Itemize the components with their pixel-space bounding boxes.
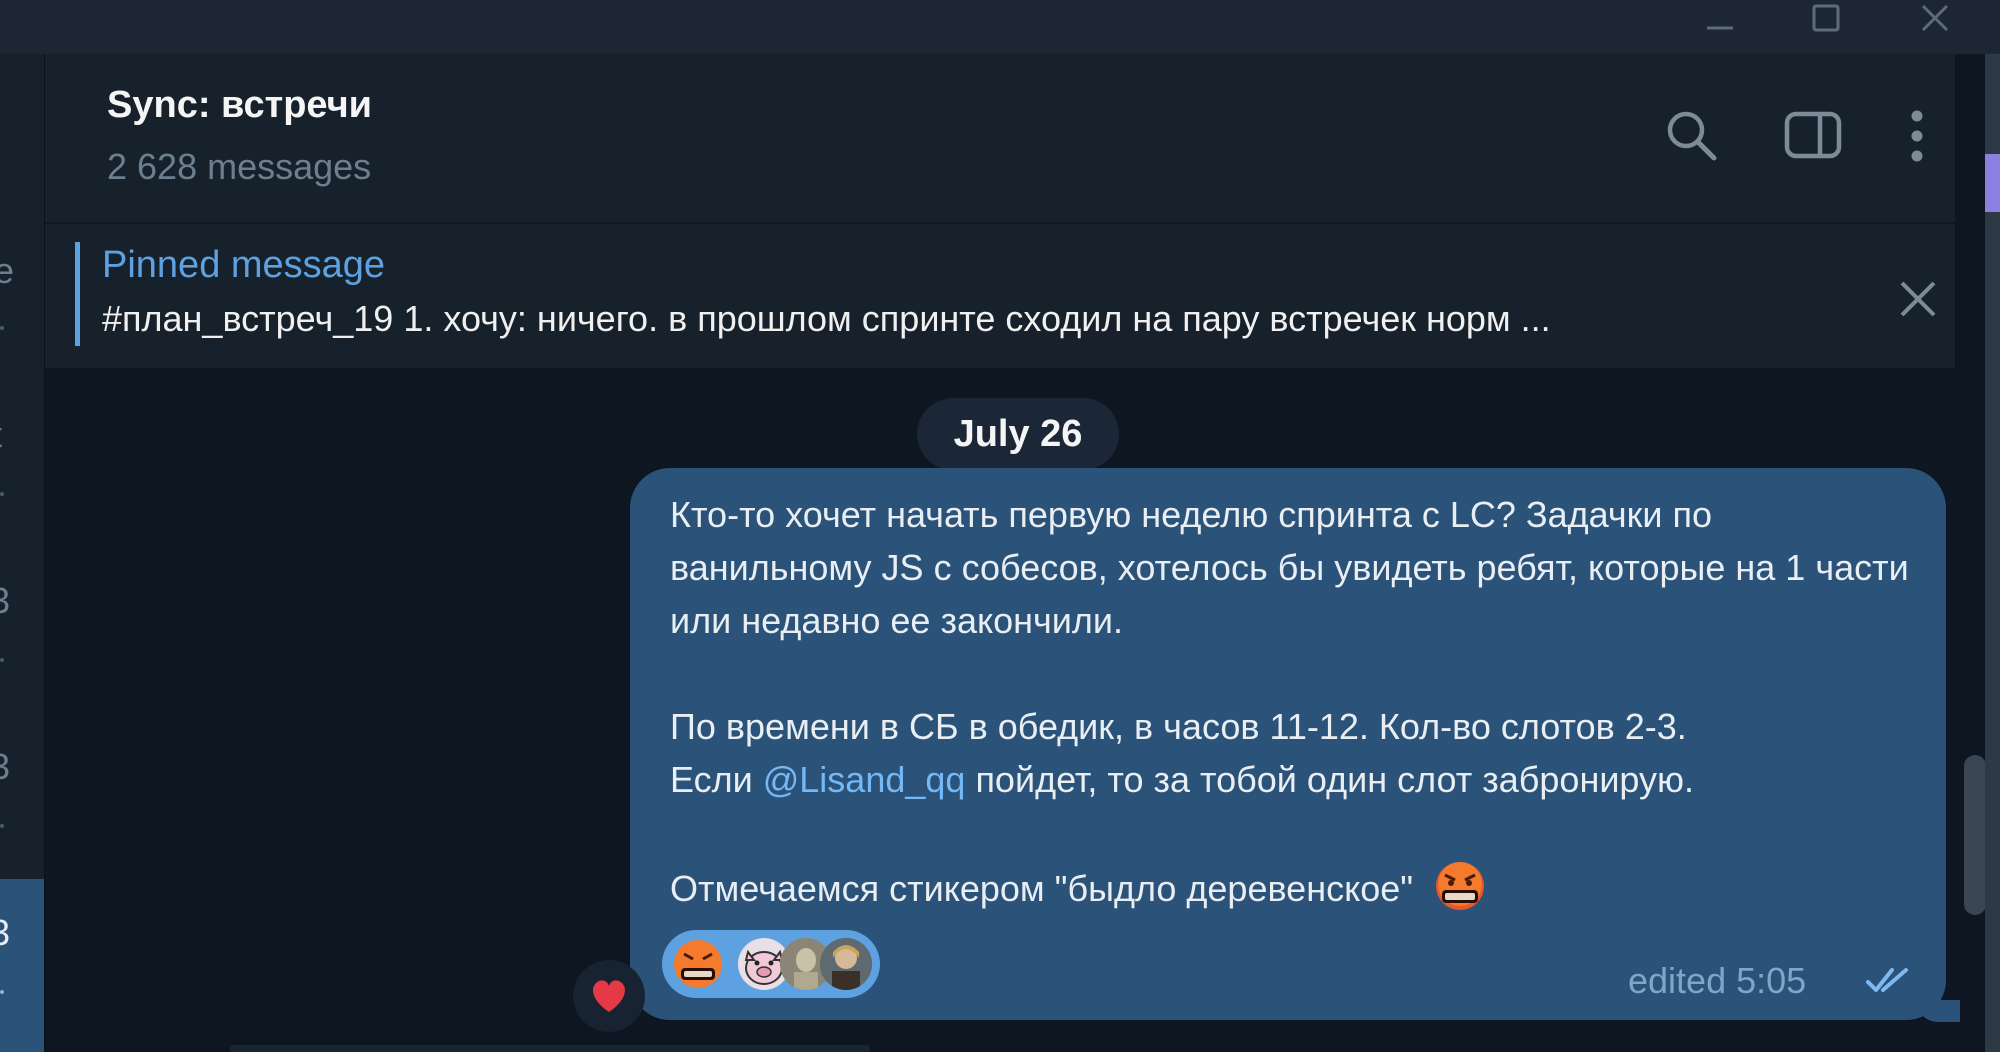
date-chip: July 26 — [917, 398, 1119, 470]
read-status — [1866, 966, 1914, 1001]
close-icon — [1900, 281, 1936, 317]
chat-list-separator — [0, 492, 4, 496]
pinned-indicator — [75, 242, 80, 346]
message-text-span: Отмечаемся стикером "быдло деревенское" — [670, 868, 1414, 909]
chat-list-item-selected[interactable] — [0, 879, 44, 1052]
chat-list-fragment: e — [0, 250, 14, 292]
more-options-button[interactable] — [1887, 106, 1947, 166]
message-bubble[interactable]: Кто-то хочет начать первую неделю спринт… — [630, 468, 1946, 1020]
minimize-icon — [1707, 26, 1733, 30]
maximize-button[interactable] — [1796, 0, 1856, 38]
pinned-close-button[interactable] — [1893, 274, 1943, 324]
chat-list-fragment: 3 — [0, 580, 10, 622]
avatar-2-icon — [820, 938, 872, 990]
double-check-icon — [1866, 968, 1908, 992]
angry-face-emoji — [1436, 862, 1485, 910]
sidebar-toggle-icon — [1784, 111, 1842, 159]
pinned-label: Pinned message — [102, 244, 386, 286]
chat-list-fragment: 3 — [0, 746, 10, 788]
close-window-button[interactable] — [1905, 0, 1965, 38]
chat-list-separator — [0, 326, 4, 330]
more-vertical-icon — [1911, 110, 1923, 162]
message-status: edited 5:05 — [1628, 960, 1807, 1001]
reactions-bar[interactable] — [662, 930, 880, 998]
message-paragraph: По времени в СБ в обедик, в часов 11-12.… — [670, 706, 1687, 747]
search-button[interactable] — [1662, 106, 1722, 166]
window-edge — [1985, 54, 2000, 1052]
user-avatar-reaction[interactable] — [820, 938, 872, 990]
message-text-span: Если — [670, 759, 763, 800]
minimize-button[interactable] — [1690, 0, 1750, 38]
message-count: 2 628 messages — [107, 146, 372, 187]
window-titlebar — [0, 0, 2000, 54]
sidebar-toggle-button[interactable] — [1783, 106, 1843, 166]
next-message-peek — [230, 1045, 870, 1052]
angry-face-emoji[interactable] — [672, 938, 724, 990]
message-text: Кто-то хочет начать первую неделю спринт… — [670, 488, 1920, 915]
quick-reaction-button[interactable] — [573, 960, 645, 1032]
chat-list-separator — [0, 990, 4, 994]
angry-face-emoji-icon — [674, 940, 722, 988]
chat-list-separator — [0, 658, 4, 662]
chat-header: Sync: встречи 2 628 messages — [45, 54, 1955, 222]
maximize-icon — [1812, 4, 1840, 32]
close-icon — [1921, 4, 1949, 32]
chat-list-sidebar[interactable]: e t 3 3 3 — [0, 54, 45, 1052]
heart-icon — [593, 980, 625, 1012]
message-paragraph: Отмечаемся стикером "быдло деревенское" — [670, 859, 1920, 915]
edge-accent — [1985, 154, 2000, 212]
chat-list-fragment: t — [0, 414, 2, 456]
user-mention-link[interactable]: @Lisand_qq — [763, 759, 966, 800]
search-icon — [1667, 111, 1717, 161]
chat-list-separator — [0, 824, 4, 828]
pinned-message-bar[interactable]: Pinned message #план_встреч_19 1. хочу: … — [45, 223, 1955, 368]
chat-title[interactable]: Sync: встречи — [107, 84, 372, 127]
message-paragraph: Если @Lisand_qq пойдет, то за тобой один… — [670, 753, 1920, 806]
message-paragraph: Кто-то хочет начать первую неделю спринт… — [670, 494, 1909, 641]
message-text-span: пойдет, то за тобой один слот забронирую… — [965, 759, 1695, 800]
chat-list-fragment: 3 — [0, 912, 10, 954]
pinned-text: #план_встреч_19 1. хочу: ничего. в прошл… — [102, 298, 1551, 339]
chat-scrollbar-thumb[interactable] — [1964, 755, 1986, 915]
